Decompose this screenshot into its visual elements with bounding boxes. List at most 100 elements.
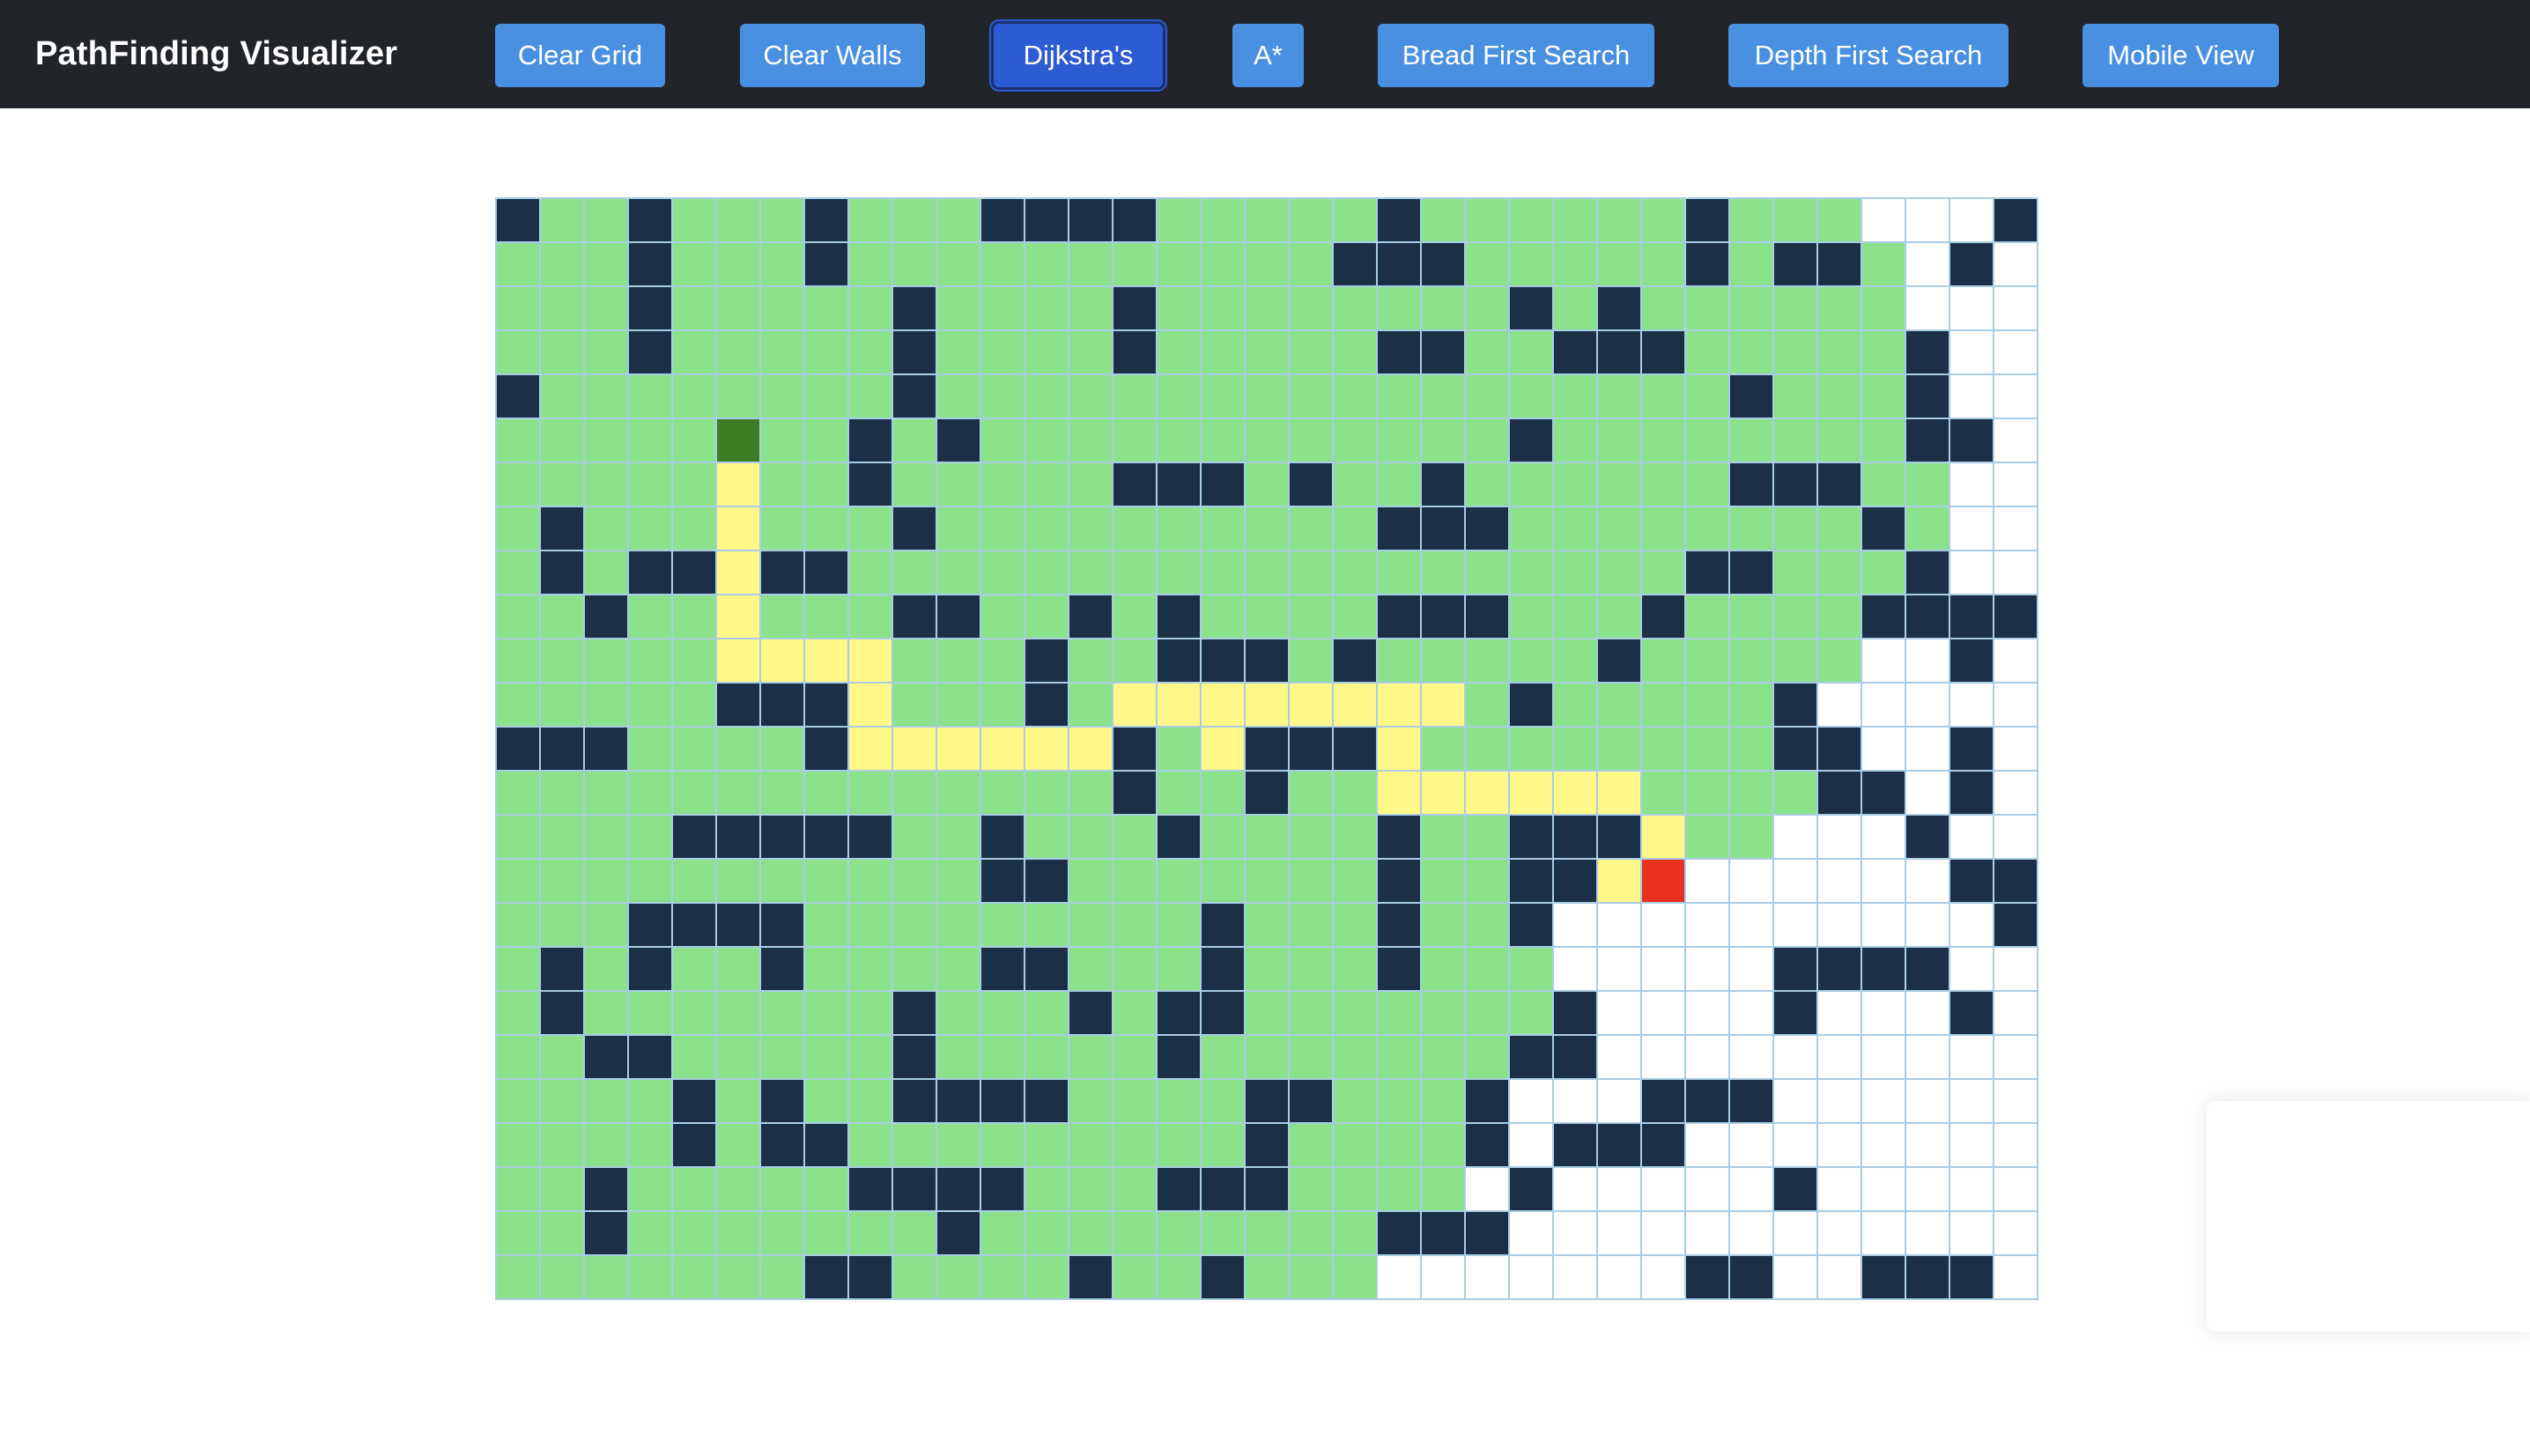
grid-cell-wall[interactable] [761, 1080, 805, 1124]
grid-cell-unvisited[interactable] [1950, 331, 1994, 375]
grid-cell-visited[interactable] [893, 772, 937, 816]
grid-cell-visited[interactable] [1862, 375, 1906, 419]
grid-cell-wall[interactable] [1246, 1168, 1290, 1212]
grid-cell-wall[interactable] [849, 1256, 893, 1300]
grid-cell-visited[interactable] [1290, 772, 1334, 816]
grid-cell-wall[interactable] [1202, 992, 1246, 1036]
grid-cell-visited[interactable] [1069, 684, 1113, 728]
grid-cell-wall[interactable] [1906, 948, 1950, 992]
grid-cell-visited[interactable] [541, 287, 585, 331]
grid-cell-visited[interactable] [1069, 375, 1113, 419]
grid-cell-wall[interactable] [629, 287, 673, 331]
grid-cell-path[interactable] [849, 728, 893, 772]
grid-cell-visited[interactable] [849, 1080, 893, 1124]
grid-cell-wall[interactable] [1025, 860, 1069, 904]
grid-cell-visited[interactable] [893, 816, 937, 860]
grid-cell-wall[interactable] [1862, 1256, 1906, 1300]
grid-cell-visited[interactable] [1246, 1036, 1290, 1080]
grid-cell-visited[interactable] [1422, 199, 1466, 243]
grid-cell-path[interactable] [1158, 684, 1202, 728]
grid-cell-visited[interactable] [1862, 243, 1906, 287]
grid-cell-unvisited[interactable] [1686, 992, 1730, 1036]
grid-cell-wall[interactable] [1818, 772, 1862, 816]
grid-cell-unvisited[interactable] [1950, 375, 1994, 419]
grid-cell-wall[interactable] [1334, 639, 1378, 684]
grid-cell-visited[interactable] [1025, 1168, 1069, 1212]
grid-cell-wall[interactable] [893, 1080, 937, 1124]
grid-cell-unvisited[interactable] [1994, 684, 2038, 728]
grid-cell-unvisited[interactable] [1950, 1036, 1994, 1080]
grid-cell-visited[interactable] [585, 639, 629, 684]
grid-cell-visited[interactable] [761, 860, 805, 904]
grid-cell-wall[interactable] [937, 595, 981, 639]
grid-cell-visited[interactable] [673, 595, 717, 639]
grid-cell-unvisited[interactable] [1994, 1080, 2038, 1124]
grid-cell-visited[interactable] [937, 948, 981, 992]
grid-cell-visited[interactable] [1334, 331, 1378, 375]
grid-cell-unvisited[interactable] [1906, 772, 1950, 816]
grid-cell-visited[interactable] [585, 904, 629, 948]
grid-cell-unvisited[interactable] [1774, 1036, 1818, 1080]
grid-cell-visited[interactable] [981, 684, 1025, 728]
grid-cell-path[interactable] [717, 551, 761, 595]
grid-cell-path[interactable] [1598, 860, 1642, 904]
grid-cell-visited[interactable] [981, 904, 1025, 948]
grid-cell-visited[interactable] [1818, 419, 1862, 463]
grid-cell-visited[interactable] [761, 728, 805, 772]
grid-cell-visited[interactable] [497, 904, 541, 948]
grid-cell-visited[interactable] [761, 595, 805, 639]
grid-cell-wall[interactable] [1025, 684, 1069, 728]
grid-cell-visited[interactable] [981, 419, 1025, 463]
grid-cell-visited[interactable] [937, 331, 981, 375]
grid-cell-wall[interactable] [805, 816, 849, 860]
grid-cell-wall[interactable] [1906, 331, 1950, 375]
grid-cell-unvisited[interactable] [1730, 1168, 1774, 1212]
grid-cell-visited[interactable] [1554, 551, 1598, 595]
grid-cell-unvisited[interactable] [1730, 1212, 1774, 1256]
grid-cell-visited[interactable] [1158, 948, 1202, 992]
pathfinding-grid[interactable] [495, 197, 2038, 1300]
grid-cell-visited[interactable] [937, 1256, 981, 1300]
grid-cell-unvisited[interactable] [1994, 816, 2038, 860]
grid-cell-visited[interactable] [849, 287, 893, 331]
grid-cell-unvisited[interactable] [1686, 1036, 1730, 1080]
grid-cell-visited[interactable] [717, 1124, 761, 1168]
grid-cell-visited[interactable] [673, 639, 717, 684]
grid-cell-wall[interactable] [1246, 772, 1290, 816]
grid-cell-unvisited[interactable] [1598, 992, 1642, 1036]
grid-cell-visited[interactable] [717, 287, 761, 331]
grid-cell-visited[interactable] [937, 1124, 981, 1168]
grid-cell-wall[interactable] [1025, 1080, 1069, 1124]
grid-cell-unvisited[interactable] [1950, 948, 1994, 992]
grid-cell-visited[interactable] [1642, 684, 1686, 728]
grid-cell-visited[interactable] [1025, 507, 1069, 551]
grid-cell-wall[interactable] [1554, 1124, 1598, 1168]
grid-cell-path[interactable] [1113, 684, 1158, 728]
grid-cell-visited[interactable] [1774, 199, 1818, 243]
grid-cell-unvisited[interactable] [1994, 1256, 2038, 1300]
grid-cell-unvisited[interactable] [1598, 1212, 1642, 1256]
grid-cell-visited[interactable] [1334, 375, 1378, 419]
grid-cell-visited[interactable] [1906, 507, 1950, 551]
app-title[interactable]: PathFinding Visualizer [35, 0, 397, 108]
grid-cell-unvisited[interactable] [1994, 419, 2038, 463]
grid-cell-visited[interactable] [761, 507, 805, 551]
grid-cell-path[interactable] [1069, 728, 1113, 772]
grid-cell-visited[interactable] [1686, 375, 1730, 419]
grid-cell-wall[interactable] [1994, 199, 2038, 243]
grid-cell-visited[interactable] [1069, 639, 1113, 684]
grid-cell-visited[interactable] [1466, 728, 1510, 772]
grid-cell-unvisited[interactable] [1774, 816, 1818, 860]
grid-cell-visited[interactable] [629, 639, 673, 684]
grid-cell-path[interactable] [761, 639, 805, 684]
grid-cell-wall[interactable] [1113, 772, 1158, 816]
grid-cell-visited[interactable] [1202, 1212, 1246, 1256]
grid-cell-visited[interactable] [1158, 728, 1202, 772]
grid-cell-visited[interactable] [1113, 551, 1158, 595]
grid-cell-visited[interactable] [1069, 948, 1113, 992]
grid-cell-unvisited[interactable] [1598, 1080, 1642, 1124]
grid-cell-path[interactable] [893, 728, 937, 772]
grid-cell-visited[interactable] [1069, 816, 1113, 860]
grid-cell-path[interactable] [717, 463, 761, 507]
grid-cell-visited[interactable] [629, 375, 673, 419]
